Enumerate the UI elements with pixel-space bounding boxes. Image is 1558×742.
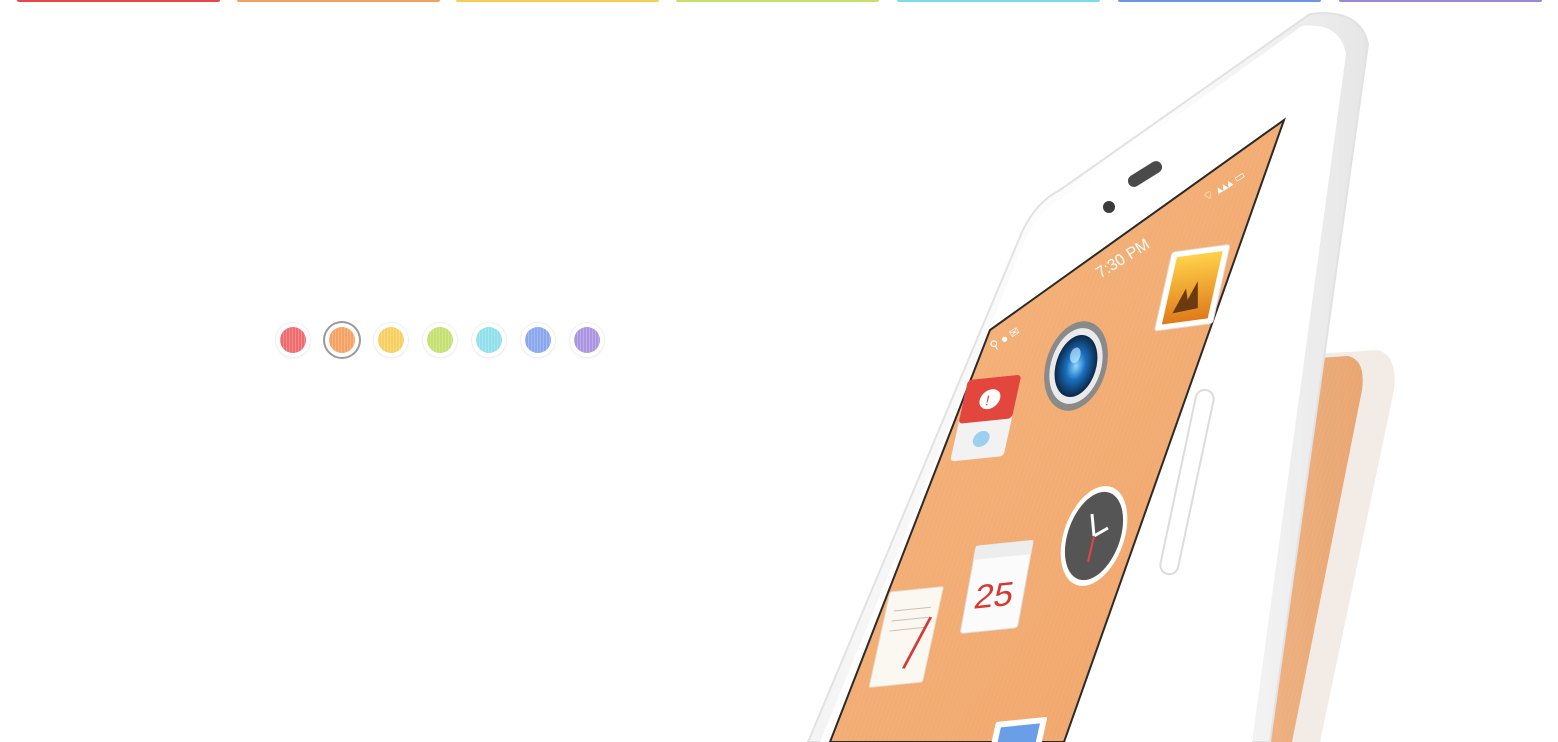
swatch-color-dot [574,327,600,353]
swatch-color-dot [427,327,453,353]
calendar-day: 25 [971,576,1016,617]
phone-illustration: ⌔ ▴▴▴ ▭ 7:30 PM ⚲ ● ✉ ! 25 [806,12,1395,742]
color-swatch-purple[interactable] [570,323,604,357]
swatch-color-dot [329,327,355,353]
phone-front: ⌔ ▴▴▴ ▭ 7:30 PM ⚲ ● ✉ ! 25 [806,12,1370,742]
color-strip-orange [237,0,440,2]
color-picker [276,323,606,357]
color-swatch-yellow[interactable] [374,323,408,357]
color-swatch-cyan[interactable] [472,323,506,357]
color-strip-yellow [456,0,659,2]
color-swatch-lime[interactable] [423,323,457,357]
swatch-color-dot [280,327,306,353]
swatch-color-dot [525,327,551,353]
swatch-color-dot [378,327,404,353]
color-swatch-orange[interactable] [325,323,359,357]
color-strip-red [17,0,220,2]
swatch-color-dot [476,327,502,353]
phone-image: ⌔ ▴▴▴ ▭ 7:30 PM ⚲ ● ✉ ! 25 [800,0,1558,742]
color-swatch-blue[interactable] [521,323,555,357]
color-swatch-red[interactable] [276,323,310,357]
